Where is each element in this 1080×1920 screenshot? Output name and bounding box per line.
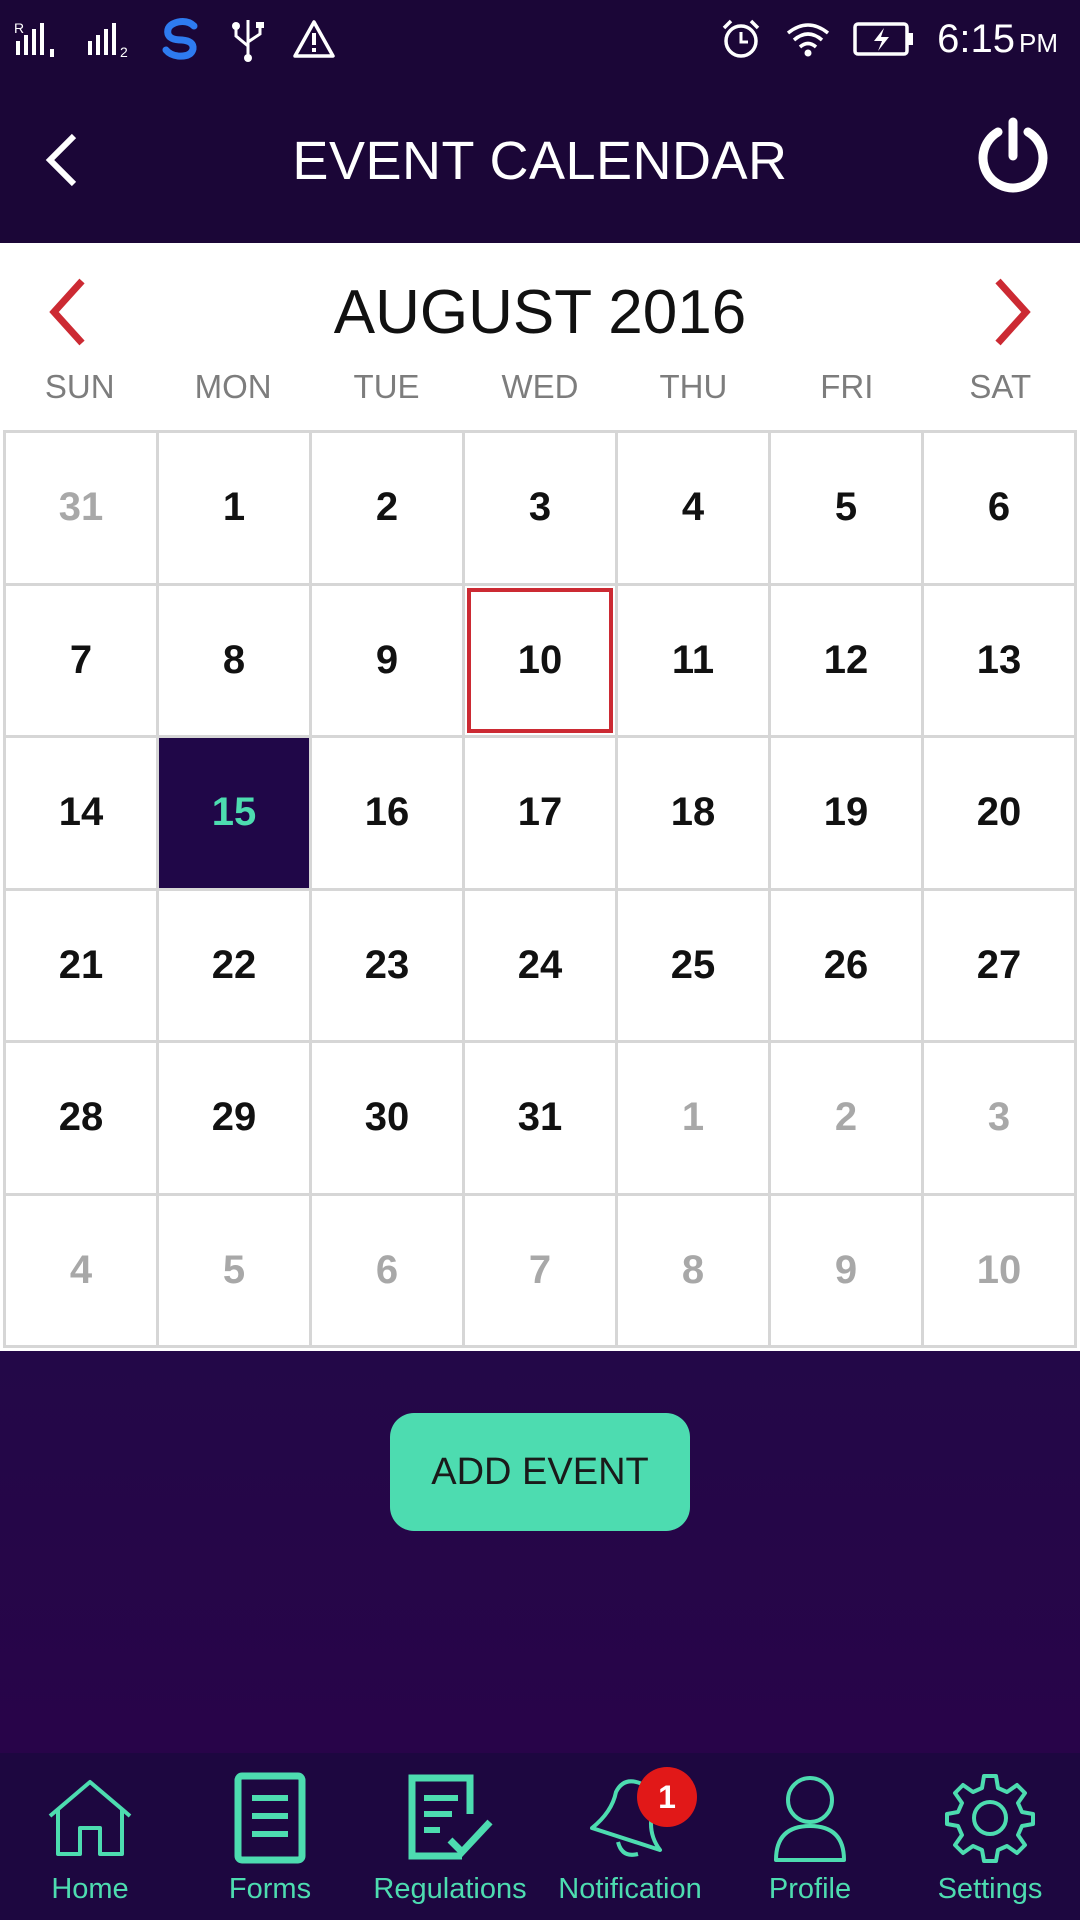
day-cell[interactable]: 19 <box>771 738 921 888</box>
add-event-button[interactable]: ADD EVENT <box>390 1413 690 1531</box>
day-cell[interactable]: 31 <box>465 1043 615 1193</box>
page-title: EVENT CALENDAR <box>292 131 788 191</box>
day-cell[interactable]: 2 <box>771 1043 921 1193</box>
tab-forms-label: Forms <box>228 1873 312 1905</box>
tab-forms[interactable]: Forms <box>180 1753 360 1920</box>
day-cell[interactable]: 16 <box>312 738 462 888</box>
app-bar: EVENT CALENDAR <box>0 78 1080 243</box>
status-time-value: 6:15 <box>937 16 1015 61</box>
next-month-icon[interactable] <box>988 275 1038 349</box>
battery-charging-icon <box>853 22 914 56</box>
tab-settings-label: Settings <box>937 1873 1043 1905</box>
day-cell[interactable]: 9 <box>771 1195 921 1345</box>
forms-icon <box>234 1772 306 1864</box>
calendar-grid: 31 1 2 3 4 5 6 7 8 9 10 11 12 13 14 15 16 17 18 19 20 21 22 23 2… <box>3 430 1077 1348</box>
day-cell[interactable]: 5 <box>159 1195 309 1345</box>
status-time: 6:15 PM <box>937 17 1058 62</box>
gear-icon <box>945 1774 1035 1863</box>
day-cell[interactable]: 31 <box>6 433 156 583</box>
tab-notification-label: Notification <box>558 1873 702 1905</box>
warning-icon <box>293 20 335 58</box>
usb-icon <box>232 20 264 62</box>
tab-profile-label: Profile <box>768 1873 852 1905</box>
tab-regulations[interactable]: Regulations <box>360 1753 540 1920</box>
day-cell[interactable]: 21 <box>6 890 156 1040</box>
status-bar: R 2 6:15 PM <box>0 0 1080 78</box>
weekday-sat: SAT <box>969 368 1032 405</box>
day-cell[interactable]: 17 <box>465 738 615 888</box>
signal-2-icon: 2 <box>88 23 128 59</box>
day-cell[interactable]: 6 <box>924 433 1074 583</box>
day-cell[interactable]: 8 <box>159 585 309 735</box>
status-left-icons: R 2 <box>14 14 336 64</box>
day-cell[interactable]: 4 <box>618 433 768 583</box>
calendar: AUGUST 2016 SUN MON TUE WED THU FRI SAT … <box>0 243 1080 1351</box>
weekday-sun: SUN <box>44 368 115 405</box>
calendar-header: AUGUST 2016 <box>0 243 1080 378</box>
s-app-icon <box>162 18 198 60</box>
tab-profile[interactable]: Profile <box>720 1753 900 1920</box>
tab-home-label: Home <box>51 1873 129 1905</box>
day-cell-today[interactable]: 15 <box>159 738 309 888</box>
day-cell[interactable]: 6 <box>312 1195 462 1345</box>
day-cell[interactable]: 18 <box>618 738 768 888</box>
tab-home[interactable]: Home <box>0 1753 180 1920</box>
status-ampm: PM <box>1019 27 1058 58</box>
weekday-tue: TUE <box>353 368 420 405</box>
weekday-wed: WED <box>501 368 579 405</box>
month-label: AUGUST 2016 <box>333 278 747 347</box>
status-right: 6:15 PM <box>719 10 1058 68</box>
event-area: ADD EVENT <box>0 1351 1080 1753</box>
weekday-row: SUN MON TUE WED THU FRI SAT <box>0 368 1080 428</box>
notification-badge: 1 <box>637 1767 697 1827</box>
alarm-icon <box>722 19 760 58</box>
day-cell[interactable]: 8 <box>618 1195 768 1345</box>
power-icon[interactable] <box>972 116 1054 198</box>
tab-settings[interactable]: Settings <box>900 1753 1080 1920</box>
day-cell[interactable]: 27 <box>924 890 1074 1040</box>
svg-text:2: 2 <box>120 44 128 59</box>
day-cell[interactable]: 5 <box>771 433 921 583</box>
wifi-icon <box>787 23 830 57</box>
day-cell[interactable]: 4 <box>6 1195 156 1345</box>
day-cell[interactable]: 13 <box>924 585 1074 735</box>
day-cell[interactable]: 11 <box>618 585 768 735</box>
day-cell[interactable]: 7 <box>6 585 156 735</box>
day-cell[interactable]: 29 <box>159 1043 309 1193</box>
day-cell[interactable]: 28 <box>6 1043 156 1193</box>
home-icon <box>48 1780 132 1856</box>
profile-icon <box>774 1776 846 1862</box>
day-cell[interactable]: 26 <box>771 890 921 1040</box>
day-cell[interactable]: 1 <box>618 1043 768 1193</box>
day-cell[interactable]: 3 <box>465 433 615 583</box>
day-cell-selected[interactable]: 10 <box>465 585 615 735</box>
bottom-tab-bar: Home Forms Regulations 1 Notification Pr… <box>0 1753 1080 1920</box>
day-cell[interactable]: 22 <box>159 890 309 1040</box>
day-cell[interactable]: 7 <box>465 1195 615 1345</box>
tab-regulations-label: Regulations <box>373 1873 527 1905</box>
day-cell[interactable]: 14 <box>6 738 156 888</box>
signal-r-icon: R <box>14 20 54 57</box>
day-cell[interactable]: 1 <box>159 433 309 583</box>
day-cell[interactable]: 30 <box>312 1043 462 1193</box>
day-cell[interactable]: 12 <box>771 585 921 735</box>
day-cell[interactable]: 10 <box>924 1195 1074 1345</box>
tab-notification[interactable]: 1 Notification <box>540 1753 720 1920</box>
day-cell[interactable]: 24 <box>465 890 615 1040</box>
day-cell[interactable]: 2 <box>312 433 462 583</box>
svg-text:R: R <box>14 20 24 36</box>
weekday-mon: MON <box>194 368 272 405</box>
day-cell[interactable]: 23 <box>312 890 462 1040</box>
day-cell[interactable]: 3 <box>924 1043 1074 1193</box>
regulations-icon <box>408 1774 493 1860</box>
weekday-fri: FRI <box>820 368 874 405</box>
day-cell[interactable]: 9 <box>312 585 462 735</box>
weekday-thu: THU <box>659 368 728 405</box>
day-cell[interactable]: 25 <box>618 890 768 1040</box>
day-cell[interactable]: 20 <box>924 738 1074 888</box>
